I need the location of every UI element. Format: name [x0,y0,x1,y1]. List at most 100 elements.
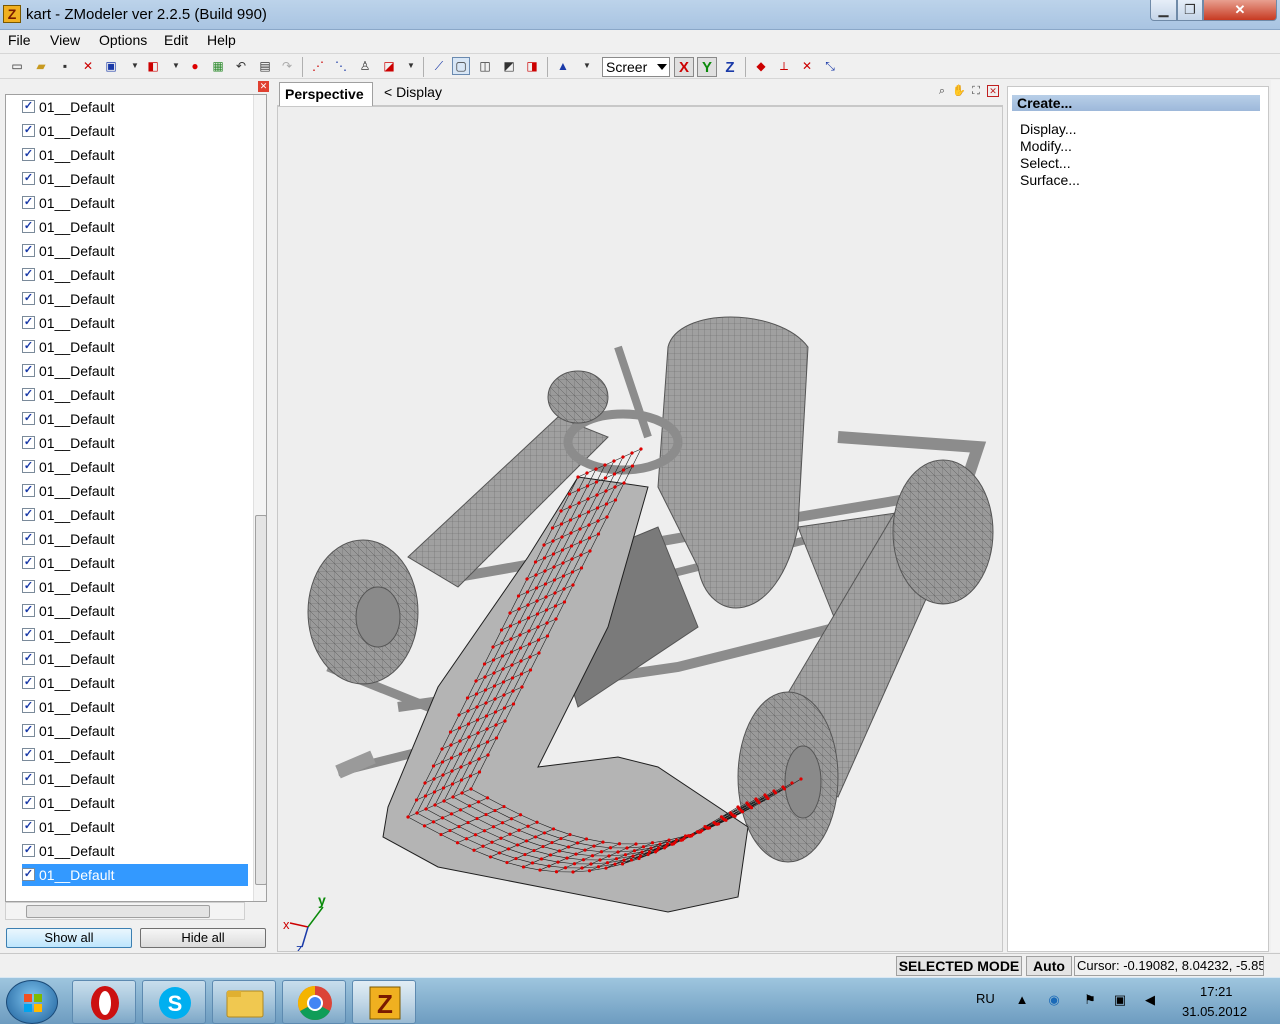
menu-edit[interactable]: Edit [164,32,188,48]
material-visible-checkbox[interactable]: ✓ [22,676,35,689]
command-create[interactable]: Create... [1012,95,1260,111]
maximize-viewport-icon[interactable]: ⛶ [969,84,983,98]
material-visible-checkbox[interactable]: ✓ [22,364,35,377]
start-button[interactable] [6,980,58,1024]
material-list-item[interactable]: ✓ 01__Default [22,576,248,598]
material-list-item[interactable]: ✓ 01__Default [22,456,248,478]
material-visible-checkbox[interactable]: ✓ [22,868,35,881]
tab-perspective[interactable]: Perspective [279,82,373,106]
object-mode-icon[interactable]: ◫ [476,57,494,75]
material-list-item[interactable]: ✓ 01__Default [22,864,248,886]
material-visible-checkbox[interactable]: ✓ [22,340,35,353]
material-visible-checkbox[interactable]: ✓ [22,100,35,113]
zoom-icon[interactable]: ⌕ [935,84,949,98]
select-dropdown-icon[interactable]: ▼ [402,57,420,75]
show-all-button[interactable]: Show all [6,928,132,948]
material-list-item[interactable]: ✓ 01__Default [22,264,248,286]
network-icon[interactable]: ▣ [1112,992,1128,1008]
material-list-item[interactable]: ✓ 01__Default [22,192,248,214]
material-visible-checkbox[interactable]: ✓ [22,268,35,281]
perspective-viewport[interactable]: y x z [277,106,1003,952]
select-edge-icon[interactable]: ⋱ [332,57,350,75]
open-folder-icon[interactable]: ▰ [32,57,50,75]
menu-file[interactable]: File [8,32,31,48]
material-list-item[interactable]: ✓ 01__Default [22,96,248,118]
material-visible-checkbox[interactable]: ✓ [22,220,35,233]
all-mode-icon[interactable]: ◨ [523,57,541,75]
material-list-item[interactable]: ✓ 01__Default [22,312,248,334]
tray-date[interactable]: 31.05.2012 [1182,1004,1247,1019]
globe-icon[interactable]: ◉ [1046,992,1062,1008]
material-list-item[interactable]: ✓ 01__Default [22,408,248,430]
material-list-item[interactable]: ✓ 01__Default [22,144,248,166]
material-visible-checkbox[interactable]: ✓ [22,580,35,593]
material-list-item[interactable]: ✓ 01__Default [22,792,248,814]
axis-x-toggle[interactable]: X [674,57,694,77]
material-list-item[interactable]: ✓ 01__Default [22,720,248,742]
select-vertex-icon[interactable]: ⋰ [309,57,327,75]
tray-expand-icon[interactable]: ▲ [1014,992,1030,1008]
taskbar-chrome[interactable] [282,980,346,1024]
close-icon[interactable]: ✕ [987,85,999,97]
new-file-icon[interactable]: ▭ [8,57,26,75]
material-visible-checkbox[interactable]: ✓ [22,388,35,401]
material-visible-checkbox[interactable]: ✓ [22,412,35,425]
maximize-button[interactable]: ❐ [1177,0,1203,21]
scrollbar-thumb[interactable] [255,515,266,885]
face-mode-icon[interactable]: ▢ [452,57,470,75]
redo-icon[interactable]: ↷ [278,57,296,75]
material-list-item[interactable]: ✓ 01__Default [22,480,248,502]
vertical-scrollbar[interactable] [253,95,266,901]
vertical-scrollbar[interactable] [1271,80,1280,952]
texture-icon[interactable]: ▦ [209,57,227,75]
scrollbar-thumb[interactable] [26,905,210,918]
group-mode-icon[interactable]: ◩ [500,57,518,75]
status-auto[interactable]: Auto [1026,956,1072,976]
pivot-dropdown-icon[interactable]: ▼ [578,57,596,75]
material-visible-checkbox[interactable]: ✓ [22,460,35,473]
material-list-item[interactable]: ✓ 01__Default [22,696,248,718]
material-list-item[interactable]: ✓ 01__Default [22,552,248,574]
menu-help[interactable]: Help [207,32,236,48]
pivot-icon[interactable]: ▲ [554,57,572,75]
taskbar-explorer[interactable] [212,980,276,1024]
flag-icon[interactable]: ⚑ [1082,992,1098,1008]
material-visible-checkbox[interactable]: ✓ [22,796,35,809]
import-icon[interactable]: ▣ [102,57,120,75]
hide-all-button[interactable]: Hide all [140,928,266,948]
axis-helper-icon[interactable]: ⟂ [775,57,793,75]
material-list-item[interactable]: ✓ 01__Default [22,840,248,862]
material-visible-checkbox[interactable]: ✓ [22,508,35,521]
material-visible-checkbox[interactable]: ✓ [22,628,35,641]
material-list-item[interactable]: ✓ 01__Default [22,624,248,646]
scale-icon[interactable]: ⤡ [821,57,839,75]
material-list-item[interactable]: ✓ 01__Default [22,336,248,358]
material-icon[interactable]: ◆ [752,57,770,75]
material-list-item[interactable]: ✓ 01__Default [22,216,248,238]
axis-z-toggle[interactable]: Z [720,57,740,77]
notes-icon[interactable]: ▤ [256,57,274,75]
vertex-mode-icon[interactable]: ⟋ [430,57,448,75]
tray-time[interactable]: 17:21 [1200,984,1233,999]
material-visible-checkbox[interactable]: ✓ [22,244,35,257]
material-visible-checkbox[interactable]: ✓ [22,772,35,785]
material-list-item[interactable]: ✓ 01__Default [22,360,248,382]
material-list-item[interactable]: ✓ 01__Default [22,768,248,790]
material-visible-checkbox[interactable]: ✓ [22,700,35,713]
material-visible-checkbox[interactable]: ✓ [22,724,35,737]
record-icon[interactable]: ● [186,57,204,75]
material-list-item[interactable]: ✓ 01__Default [22,528,248,550]
material-visible-checkbox[interactable]: ✓ [22,172,35,185]
material-visible-checkbox[interactable]: ✓ [22,316,35,329]
material-list-item[interactable]: ✓ 01__Default [22,432,248,454]
pan-hand-icon[interactable]: ✋ [952,84,966,98]
select-figure-icon[interactable]: ♙ [356,57,374,75]
material-visible-checkbox[interactable]: ✓ [22,196,35,209]
material-list-item[interactable]: ✓ 01__Default [22,600,248,622]
minimize-button[interactable]: ▁ [1150,0,1177,21]
material-list-item[interactable]: ✓ 01__Default [22,744,248,766]
command-modify[interactable]: Modify... [1020,138,1072,154]
close-button[interactable]: ✕ [1203,0,1277,21]
material-list-item[interactable]: ✓ 01__Default [22,672,248,694]
material-visible-checkbox[interactable]: ✓ [22,820,35,833]
